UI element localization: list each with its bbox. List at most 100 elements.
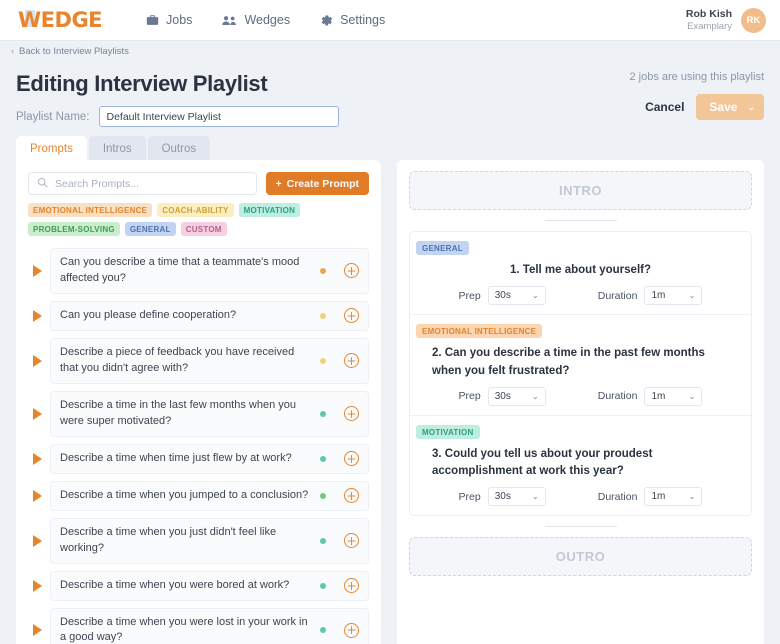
- play-icon[interactable]: [33, 452, 42, 465]
- question-item: GENERAL 1. Tell me about yourself? Prep 30s…: [410, 232, 751, 314]
- prep-label: Prep: [458, 390, 481, 403]
- prep-select[interactable]: 30s ⌄: [487, 286, 546, 306]
- user-menu[interactable]: Rob Kish Examplary RK: [686, 7, 766, 33]
- cancel-button[interactable]: Cancel: [645, 100, 684, 114]
- play-icon[interactable]: [33, 579, 42, 592]
- search-input[interactable]: [55, 177, 248, 190]
- main-content: + Create Prompt EMOTIONAL INTELLIGENCE CO…: [0, 160, 780, 644]
- prep-control: Prep 30s ⌄: [458, 487, 546, 507]
- question-text: 3. Could you tell us about your proudest…: [432, 447, 653, 477]
- prompt-card[interactable]: Describe a time when you just didn't fee…: [50, 517, 369, 564]
- create-prompt-button[interactable]: + Create Prompt: [265, 172, 369, 195]
- prompt-text: Can you please define cooperation?: [60, 308, 237, 321]
- duration-label: Duration: [597, 490, 638, 503]
- tab-prompts[interactable]: Prompts: [16, 136, 87, 160]
- play-icon[interactable]: [33, 489, 42, 502]
- save-button-label: Save: [709, 100, 738, 114]
- duration-control: Duration 1m ⌄: [598, 286, 703, 306]
- add-prompt-icon[interactable]: +: [344, 406, 359, 422]
- add-prompt-icon[interactable]: +: [344, 353, 359, 369]
- brand-logo[interactable]: WEDGE: [18, 8, 103, 32]
- add-prompt-icon[interactable]: +: [344, 622, 359, 638]
- play-icon[interactable]: [33, 309, 42, 322]
- prompt-card[interactable]: Describe a time when you jumped to a con…: [50, 480, 369, 511]
- question-item: EMOTIONAL INTELLIGENCE 2. Can you describ…: [410, 314, 751, 415]
- question-tag-row: GENERAL: [410, 232, 751, 256]
- outro-placeholder[interactable]: OUTRO: [409, 537, 752, 577]
- question-tag-row: EMOTIONAL INTELLIGENCE: [410, 315, 751, 339]
- prep-control: Prep 30s ⌄: [458, 386, 546, 406]
- play-icon[interactable]: [33, 624, 42, 637]
- nav-item-label: Jobs: [166, 13, 193, 27]
- people-icon: [222, 14, 237, 27]
- play-icon[interactable]: [33, 407, 42, 420]
- add-prompt-icon[interactable]: +: [344, 488, 359, 504]
- prep-control: Prep 30s ⌄: [459, 286, 546, 306]
- category-filter-tag[interactable]: COACH-ABILITY: [157, 203, 234, 217]
- prompt-card[interactable]: Describe a time when you were lost in yo…: [50, 607, 369, 644]
- question-controls: Prep 30s ⌄ Duration 1m ⌄: [410, 380, 751, 415]
- question-text: 2. Can you describe a time in the past f…: [432, 347, 705, 377]
- chevron-down-icon: ⌄: [688, 391, 696, 401]
- add-prompt-icon[interactable]: +: [344, 263, 359, 279]
- duration-label: Duration: [597, 390, 638, 403]
- chevron-left-icon: ‹: [11, 46, 14, 56]
- question-tag-row: MOTIVATION: [410, 416, 751, 440]
- category-filter-tag[interactable]: EMOTIONAL INTELLIGENCE: [28, 203, 153, 217]
- add-prompt-icon[interactable]: +: [344, 578, 359, 593]
- playlist-editor-panel: INTRO GENERAL 1. Tell me about yourself? P…: [397, 160, 764, 644]
- avatar[interactable]: RK: [741, 7, 766, 33]
- prompt-text: Describe a time in the last few months w…: [60, 398, 297, 427]
- chevron-down-icon: ⌄: [688, 291, 696, 301]
- duration-select[interactable]: 1m ⌄: [644, 487, 703, 507]
- page-header-actions: 2 jobs are using this playlist Cancel Sa…: [629, 71, 764, 120]
- tab-outros[interactable]: Outros: [147, 136, 211, 160]
- prompt-card[interactable]: Describe a piece of feedback you have re…: [50, 337, 369, 384]
- search-box[interactable]: [28, 172, 257, 195]
- duration-select-value: 1m: [651, 491, 666, 503]
- nav-item-jobs[interactable]: Jobs: [146, 13, 192, 27]
- category-dot: [320, 312, 326, 319]
- prompt-text: Describe a time when you were lost in yo…: [60, 615, 308, 644]
- intro-placeholder[interactable]: INTRO: [409, 171, 752, 210]
- prompt-card[interactable]: Can you please define cooperation? +: [50, 300, 369, 331]
- add-prompt-icon[interactable]: +: [344, 451, 359, 467]
- category-dot: [320, 455, 326, 462]
- question-item: MOTIVATION 3. Could you tell us about you…: [410, 414, 751, 515]
- prompt-text: Can you describe a time that a teammate'…: [60, 256, 300, 284]
- action-buttons: Cancel Save ⌄: [629, 94, 764, 120]
- duration-control: Duration 1m ⌄: [597, 487, 703, 507]
- plus-icon: +: [275, 177, 282, 190]
- prep-select[interactable]: 30s ⌄: [487, 386, 546, 406]
- category-filter-tag[interactable]: PROBLEM-SOLVING: [28, 222, 120, 236]
- prompt-card[interactable]: Describe a time when you were bored at w…: [50, 570, 369, 601]
- prep-select[interactable]: 30s ⌄: [487, 487, 546, 507]
- primary-nav: Jobs Wedges Settings: [146, 13, 385, 27]
- category-dot: [320, 627, 326, 634]
- prompt-card[interactable]: Describe a time in the last few months w…: [50, 390, 369, 437]
- chevron-down-icon[interactable]: ⌄: [747, 102, 755, 113]
- divider-bottom: [544, 526, 617, 528]
- add-prompt-icon[interactable]: +: [344, 308, 359, 324]
- question-list: GENERAL 1. Tell me about yourself? Prep 30s…: [409, 231, 752, 517]
- duration-select[interactable]: 1m ⌄: [644, 286, 703, 306]
- category-filter-tag[interactable]: MOTIVATION: [238, 203, 301, 217]
- add-prompt-icon[interactable]: +: [344, 533, 359, 549]
- tab-intros[interactable]: Intros: [88, 136, 146, 160]
- play-icon[interactable]: [33, 354, 42, 367]
- prompt-card[interactable]: Can you describe a time that a teammate'…: [50, 248, 369, 294]
- category-filter-tag[interactable]: GENERAL: [124, 222, 176, 236]
- save-button[interactable]: Save ⌄: [696, 94, 764, 120]
- back-link[interactable]: ‹ Back to Interview Playlists: [0, 41, 780, 61]
- play-icon[interactable]: [33, 534, 42, 547]
- question-category-tag: MOTIVATION: [416, 424, 480, 439]
- nav-item-settings[interactable]: Settings: [320, 13, 385, 27]
- nav-item-wedges[interactable]: Wedges: [222, 13, 290, 27]
- prompt-row: Describe a time when you jumped to a con…: [28, 480, 369, 511]
- category-filter-tag[interactable]: CUSTOM: [180, 222, 227, 236]
- playlist-name-input[interactable]: [98, 106, 339, 127]
- play-icon[interactable]: [33, 264, 42, 277]
- duration-select[interactable]: 1m ⌄: [644, 386, 703, 406]
- prompt-card[interactable]: Describe a time when time just flew by a…: [50, 443, 369, 474]
- prep-label: Prep: [458, 490, 481, 503]
